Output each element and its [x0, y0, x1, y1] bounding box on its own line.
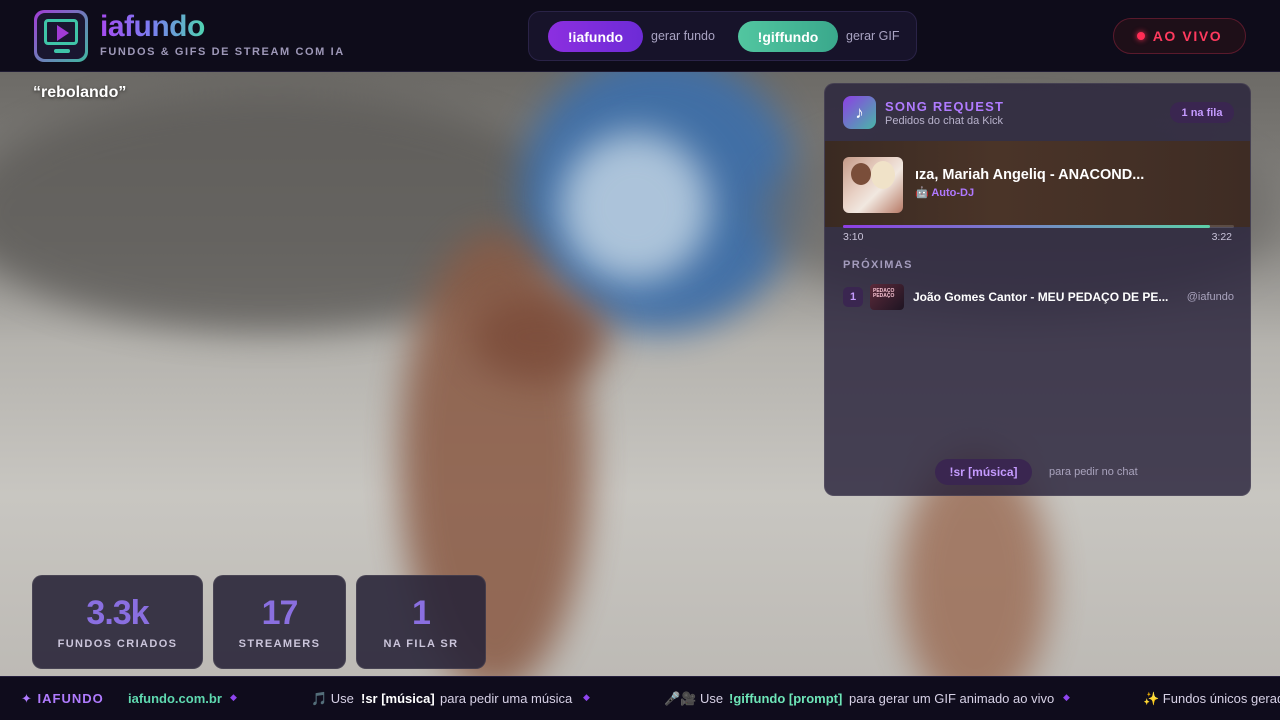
now-playing-thumbnail	[843, 157, 903, 213]
live-badge: AO VIVO	[1113, 18, 1246, 54]
diamond-icon: ◆	[1063, 692, 1070, 702]
song-request-hint: para pedir no chat	[1049, 466, 1138, 478]
stream-overlay: iafundo FUNDOS & GIFS DE STREAM COM IA !…	[0, 0, 1280, 720]
song-request-command: !sr [música]	[935, 459, 1032, 485]
now-playing: ıza, Mariah Angeliq - ANACOND... 🤖 Auto-…	[825, 141, 1250, 227]
stat-card-queue: 1 NA FILA SR	[356, 575, 486, 669]
song-request-subtitle: Pedidos do chat da Kick	[885, 115, 1004, 127]
music-note-icon: ♪	[843, 96, 876, 129]
live-label: AO VIVO	[1152, 28, 1223, 44]
ticker-item1-suffix: para pedir uma música	[440, 691, 573, 706]
giffundo-command-desc: gerar GIF	[846, 29, 900, 43]
iafundo-command-pill: !iafundo	[548, 21, 643, 52]
brand-name: iafundo	[100, 10, 205, 43]
command-bar: !iafundo gerar fundo !giffundo gerar GIF	[528, 11, 917, 61]
live-dot-icon	[1136, 32, 1145, 40]
ticker-brand: ✦ IAFUNDO	[21, 691, 104, 706]
next-songs-header: PRÓXIMAS	[843, 259, 913, 271]
ticker-item1-prefix: 🎵 Use	[311, 691, 354, 706]
ticker-site: iafundo.com.br	[128, 691, 222, 706]
song-progress-bar	[843, 225, 1234, 228]
iafundo-command-desc: gerar fundo	[651, 29, 715, 43]
queue-song-user: @iafundo	[1186, 291, 1234, 303]
total-time: 3:22	[1211, 231, 1232, 243]
queue-position: 1	[843, 287, 863, 307]
queue-thumbnail: PEDAÇO PEDAÇO	[870, 284, 904, 310]
current-time: 3:10	[843, 231, 864, 243]
ticker-item2-prefix: 🎤🎥 Use	[664, 691, 724, 706]
stat-card-streamers: 17 STREAMERS	[213, 575, 346, 669]
giffundo-command-pill: !giffundo	[738, 21, 838, 52]
ticker-item1-command: !sr [música]	[361, 691, 435, 706]
stat-card-backgrounds: 3.3k FUNDOS CRIADOS	[32, 575, 203, 669]
stat-value: 17	[261, 594, 299, 632]
stat-value: 1	[412, 594, 431, 632]
now-playing-title: ıza, Mariah Angeliq - ANACOND...	[915, 167, 1145, 183]
queue-item: 1 PEDAÇO PEDAÇO João Gomes Cantor - MEU …	[843, 283, 1234, 311]
stat-label: STREAMERS	[238, 638, 321, 650]
song-progress-fill	[843, 225, 1210, 228]
top-bar: iafundo FUNDOS & GIFS DE STREAM COM IA !…	[0, 0, 1280, 72]
ticker-item3: ✨ Fundos únicos gerad	[1143, 691, 1280, 706]
background-prompt: “rebolando”	[33, 84, 127, 101]
diamond-icon: ◆	[230, 692, 237, 702]
ticker-item2-command: !giffundo [prompt]	[729, 691, 843, 706]
stat-value: 3.3k	[86, 594, 149, 632]
footer-ticker: ✦ IAFUNDO iafundo.com.br ◆ 🎵 Use !sr [mú…	[0, 676, 1280, 720]
queue-count-badge: 1 na fila	[1170, 102, 1234, 123]
stat-label: NA FILA SR	[383, 638, 459, 650]
song-request-panel: ♪ SONG REQUEST Pedidos do chat da Kick 1…	[824, 83, 1251, 496]
queue-song-title: João Gomes Cantor - MEU PEDAÇO DE PE...	[913, 290, 1169, 304]
stat-label: FUNDOS CRIADOS	[57, 638, 178, 650]
song-request-title: SONG REQUEST	[885, 99, 1005, 114]
ticker-item2-suffix: para gerar um GIF animado ao vivo	[849, 691, 1055, 706]
queue-thumbnail-text: PEDAÇO PEDAÇO	[873, 288, 895, 299]
diamond-icon: ◆	[583, 692, 590, 702]
brand-tagline: FUNDOS & GIFS DE STREAM COM IA	[100, 46, 345, 58]
monitor-play-icon	[34, 10, 88, 62]
now-playing-requester: 🤖 Auto-DJ	[915, 187, 975, 199]
